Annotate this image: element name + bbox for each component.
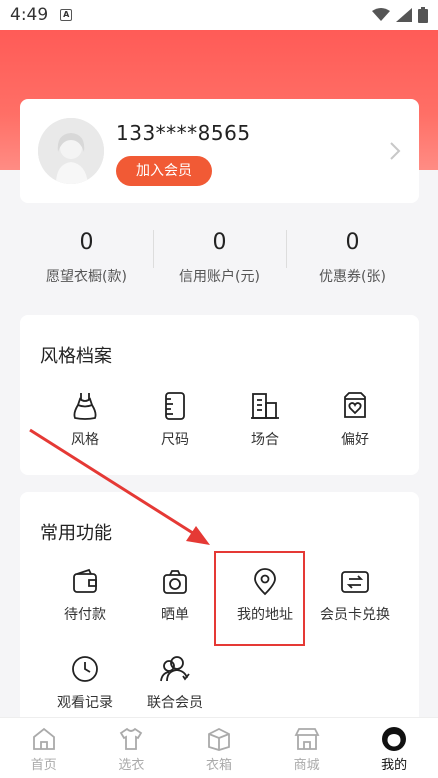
account-stats: 0 愿望衣橱(款) 0 信用账户(元) 0 优惠券(张) [20,226,419,296]
signal-icon [396,8,412,22]
profile-icon [382,727,407,751]
tab-mine[interactable]: 我的 [350,718,438,778]
section-title: 常用功能 [40,523,112,544]
tab-home[interactable]: 首页 [0,718,88,778]
camera-icon [163,570,187,594]
style-item-occasion[interactable]: 场合 [220,391,310,449]
stat-label: 愿望衣橱(款) [46,269,127,285]
avatar[interactable] [38,118,104,184]
section-title: 风格档案 [40,346,112,367]
shirt-icon [120,727,143,750]
tab-label: 商城 [293,758,320,773]
item-label: 观看记录 [57,695,113,711]
stat-value: 0 [345,230,360,255]
item-label: 风格 [71,432,99,448]
style-item-style[interactable]: 风格 [40,391,130,449]
item-label: 待付款 [64,607,106,623]
wallet-icon [73,568,97,593]
members-icon [160,656,190,682]
style-item-preference[interactable]: 偏好 [310,391,400,449]
tab-label: 选衣 [118,758,145,773]
function-share-order[interactable]: 晒单 [130,568,220,624]
item-label: 场合 [251,432,279,448]
tab-label: 衣箱 [205,758,232,773]
item-label: 晒单 [161,607,189,623]
card-exchange-icon [341,571,369,593]
battery-icon [418,7,428,23]
tab-shop[interactable]: 商城 [263,718,351,778]
chevron-right-icon[interactable] [389,141,401,161]
item-label: 尺码 [161,432,189,448]
size-icon [165,392,185,420]
stat-wishlist[interactable]: 0 愿望衣橱(款) [20,226,153,296]
join-membership-button[interactable]: 加入会员 [116,156,212,186]
stat-value: 0 [212,230,227,255]
stat-label: 信用账户(元) [179,269,260,285]
item-label: 会员卡兑换 [320,607,390,623]
annotation-highlight-box [214,551,305,646]
function-pending-payment[interactable]: 待付款 [40,568,130,624]
item-label: 偏好 [341,432,369,448]
phone-number: 133****8565 [116,121,251,145]
function-joint-membership[interactable]: 联合会员 [130,654,220,712]
clock-icon [72,656,98,682]
stat-credit[interactable]: 0 信用账户(元) [153,226,286,296]
status-bar: 4:49 A [0,0,438,30]
status-time: 4:49 [10,5,49,25]
box-icon [208,727,230,751]
item-label: 联合会员 [147,695,203,711]
style-profile-card: 风格档案 风格 尺码 场合 偏好 [20,315,419,475]
stat-value: 0 [79,230,94,255]
wifi-icon [372,8,390,21]
function-view-history[interactable]: 观看记录 [40,654,130,712]
style-item-size[interactable]: 尺码 [130,391,220,449]
tab-select-clothes[interactable]: 选衣 [88,718,176,778]
profile-card[interactable]: 133****8565 加入会员 [20,99,419,203]
tab-label: 我的 [381,758,408,773]
tab-wardrobe-box[interactable]: 衣箱 [175,718,263,778]
home-icon [32,727,55,750]
heart-box-icon [344,392,366,418]
default-avatar-icon [38,118,104,184]
bottom-tab-bar: 首页 选衣 衣箱 商城 我的 [0,717,438,778]
function-card-exchange[interactable]: 会员卡兑换 [310,568,400,624]
dress-icon [73,393,97,420]
notification-a-icon: A [60,9,73,21]
stat-coupons[interactable]: 0 优惠券(张) [286,226,419,296]
building-icon [251,393,279,419]
shop-icon [294,728,320,750]
tab-label: 首页 [30,758,57,773]
stat-label: 优惠券(张) [319,269,386,285]
